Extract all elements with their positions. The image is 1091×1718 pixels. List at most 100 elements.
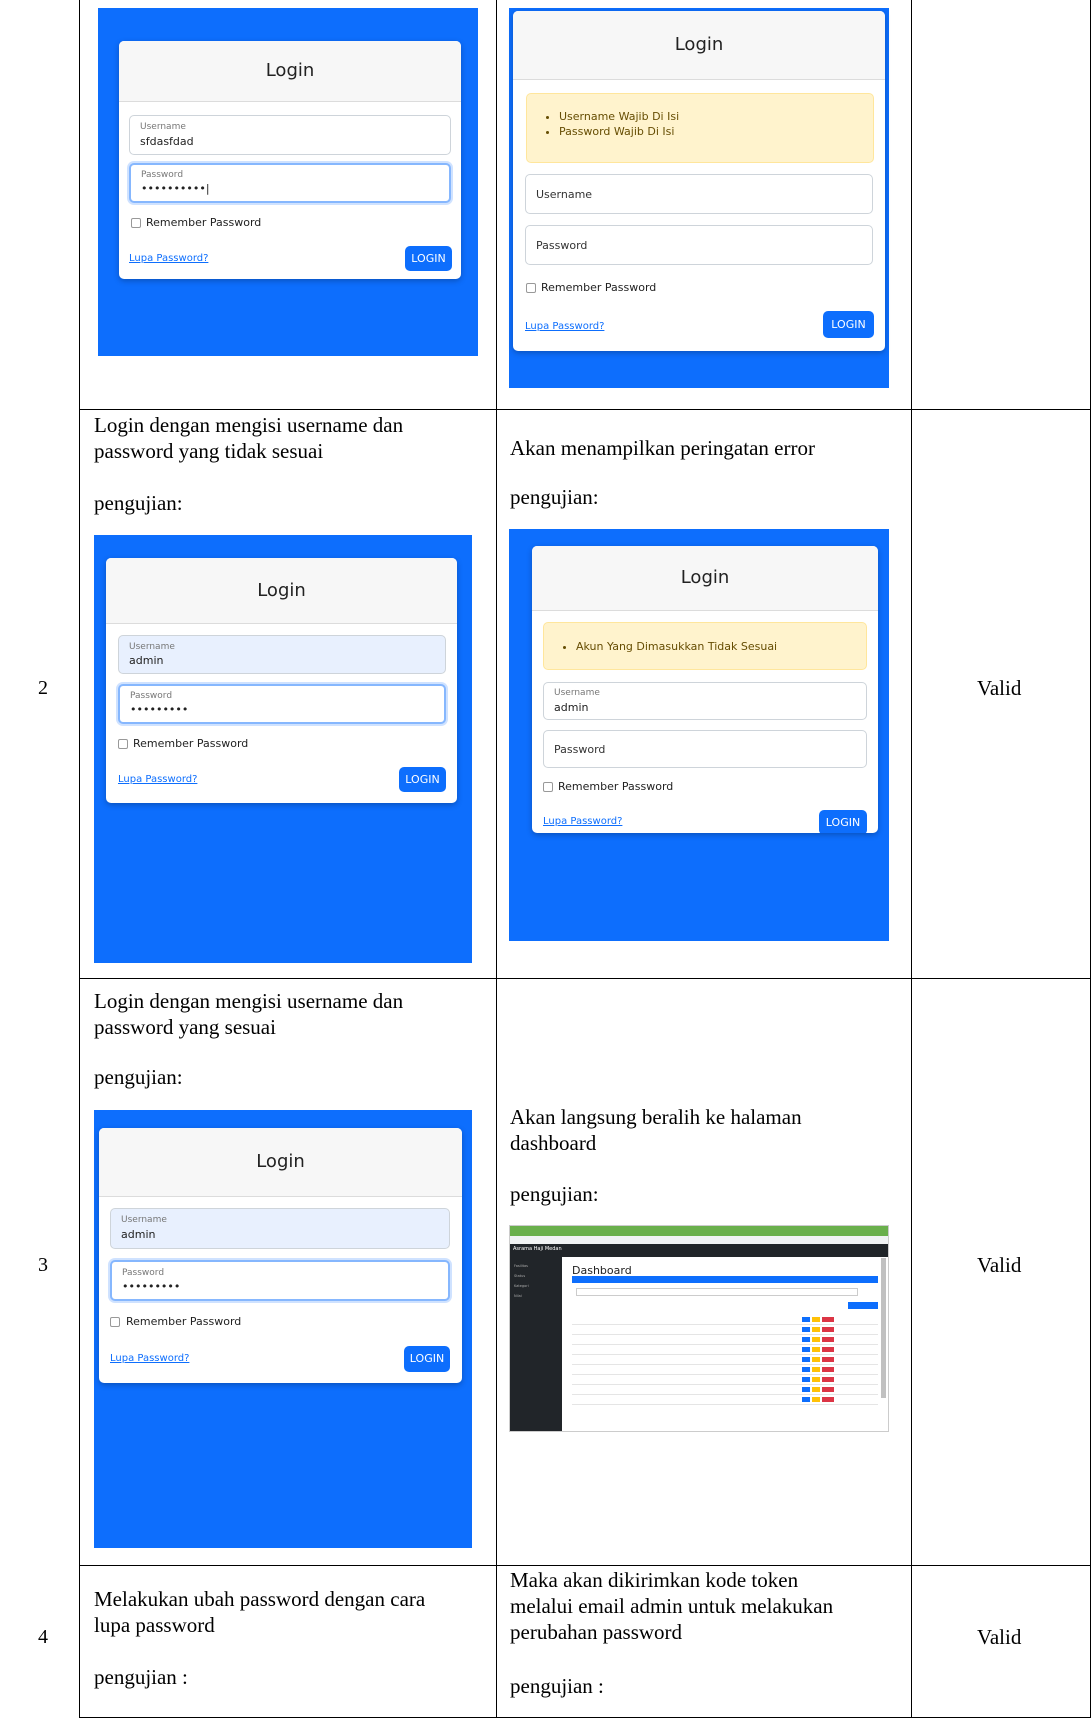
password-label: Password — [554, 743, 606, 756]
scenario-line: lupa password — [94, 1613, 215, 1637]
delete-button[interactable] — [822, 1317, 834, 1322]
login-card: Login Username sfdasfdad Password ••••••… — [119, 41, 461, 279]
screenshot-dashboard: Fasilitas Status Kategori Nilai Asrama H… — [509, 1225, 889, 1432]
username-value: admin — [554, 701, 589, 714]
detail-button[interactable] — [802, 1337, 810, 1342]
login-title: Login — [257, 580, 306, 601]
login-card: Login Username admin Password ••••••••• … — [106, 558, 457, 803]
dashboard-table-row — [572, 1326, 878, 1335]
username-field[interactable]: Username — [525, 174, 873, 214]
password-field[interactable]: Password ••••••••• — [118, 684, 446, 724]
delete-button[interactable] — [822, 1367, 834, 1372]
delete-button[interactable] — [822, 1347, 834, 1352]
scenario-text-r2: Login dengan mengisi username dan passwo… — [94, 412, 489, 464]
sidebar-item[interactable]: Kategori — [514, 1284, 529, 1288]
sidebar-item[interactable]: Status — [514, 1274, 525, 1278]
password-field[interactable]: Password ••••••••• — [110, 1260, 450, 1301]
detail-button[interactable] — [802, 1327, 810, 1332]
delete-button[interactable] — [822, 1397, 834, 1402]
edit-button[interactable] — [812, 1397, 820, 1402]
dashboard-scrollbar[interactable] — [881, 1258, 886, 1398]
sidebar-item[interactable]: Nilai — [514, 1294, 522, 1298]
table-border-left — [79, 0, 80, 1718]
password-label: Password — [141, 170, 184, 180]
screenshot-login-left-r3: Login Username admin Password ••••••••• … — [94, 1110, 472, 1548]
remember-label: Remember Password — [541, 281, 657, 294]
alert-item: Akun Yang Dimasukkan Tidak Sesuai — [576, 639, 866, 654]
alert-item: Password Wajib Di Isi — [559, 124, 873, 139]
detail-button[interactable] — [802, 1377, 810, 1382]
edit-button[interactable] — [812, 1367, 820, 1372]
dashboard-table-row — [572, 1336, 878, 1345]
login-card: Login Akun Yang Dimasukkan Tidak Sesuai … — [532, 546, 878, 833]
edit-button[interactable] — [812, 1337, 820, 1342]
expected-text-r2: Akan menampilkan peringatan error — [510, 435, 905, 461]
screenshot-login-right-r2: Login Akun Yang Dimasukkan Tidak Sesuai … — [509, 529, 889, 941]
scenario-label-r4: pengujian : — [94, 1665, 188, 1689]
delete-button[interactable] — [822, 1377, 834, 1382]
expected-label-r3: pengujian: — [510, 1182, 599, 1206]
detail-button[interactable] — [802, 1387, 810, 1392]
username-field[interactable]: Username admin — [543, 682, 867, 720]
dashboard-search-input[interactable] — [576, 1288, 858, 1296]
table-border-col3 — [911, 0, 912, 1718]
remember-checkbox[interactable] — [131, 218, 141, 228]
screenshot-login-left-r2: Login Username admin Password ••••••••• … — [94, 535, 472, 963]
dashboard-add-button[interactable] — [848, 1302, 878, 1309]
login-card: Login Username admin Password ••••••••• … — [99, 1128, 462, 1383]
expected-line: Akan menampilkan peringatan error — [510, 436, 815, 460]
remember-checkbox[interactable] — [543, 782, 553, 792]
edit-button[interactable] — [812, 1347, 820, 1352]
password-value: ••••••••• — [122, 1280, 181, 1293]
result-r4: Valid — [977, 1625, 1022, 1649]
detail-button[interactable] — [802, 1317, 810, 1322]
forgot-password-link[interactable]: Lupa Password? — [129, 253, 208, 264]
remember-checkbox[interactable] — [110, 1317, 120, 1327]
row-divider — [79, 978, 1091, 979]
username-field[interactable]: Username admin — [110, 1208, 450, 1249]
login-button[interactable]: LOGIN — [399, 767, 446, 792]
login-button[interactable]: LOGIN — [823, 311, 874, 338]
row-divider — [79, 1565, 1091, 1566]
password-field[interactable]: Password — [525, 225, 873, 265]
password-field[interactable]: Password ••••••••••| — [129, 163, 451, 203]
login-button[interactable]: LOGIN — [819, 810, 867, 833]
username-field[interactable]: Username admin — [118, 635, 446, 674]
delete-button[interactable] — [822, 1387, 834, 1392]
edit-button[interactable] — [812, 1377, 820, 1382]
username-label: Username — [129, 642, 175, 652]
username-label: Username — [554, 688, 600, 698]
login-card-header: Login — [106, 558, 457, 624]
username-field[interactable]: Username sfdasfdad — [129, 115, 451, 155]
remember-checkbox[interactable] — [118, 739, 128, 749]
edit-button[interactable] — [812, 1317, 820, 1322]
delete-button[interactable] — [822, 1357, 834, 1362]
forgot-password-link[interactable]: Lupa Password? — [118, 774, 197, 785]
detail-button[interactable] — [802, 1347, 810, 1352]
delete-button[interactable] — [822, 1327, 834, 1332]
edit-button[interactable] — [812, 1357, 820, 1362]
login-button[interactable]: LOGIN — [405, 246, 452, 271]
detail-button[interactable] — [802, 1357, 810, 1362]
forgot-password-link[interactable]: Lupa Password? — [110, 1353, 189, 1364]
edit-button[interactable] — [812, 1387, 820, 1392]
scenario-line: Login dengan mengisi username dan — [94, 989, 404, 1013]
sidebar-item[interactable]: Fasilitas — [514, 1264, 528, 1268]
delete-button[interactable] — [822, 1337, 834, 1342]
dashboard-table-row — [572, 1356, 878, 1365]
dashboard-table-row — [572, 1376, 878, 1385]
detail-button[interactable] — [802, 1397, 810, 1402]
password-label: Password — [130, 691, 173, 701]
forgot-password-link[interactable]: Lupa Password? — [525, 321, 604, 332]
password-field[interactable]: Password — [543, 730, 867, 768]
remember-checkbox[interactable] — [526, 283, 536, 293]
detail-button[interactable] — [802, 1367, 810, 1372]
alert-item: Username Wajib Di Isi — [559, 109, 873, 124]
login-button[interactable]: LOGIN — [404, 1346, 450, 1372]
forgot-password-link[interactable]: Lupa Password? — [543, 816, 622, 827]
scenario-text-r4: Melakukan ubah password dengan cara lupa… — [94, 1586, 489, 1638]
username-value: admin — [129, 654, 164, 667]
row-number-r3: 3 — [38, 1254, 48, 1276]
username-label: Username — [121, 1215, 167, 1225]
edit-button[interactable] — [812, 1327, 820, 1332]
